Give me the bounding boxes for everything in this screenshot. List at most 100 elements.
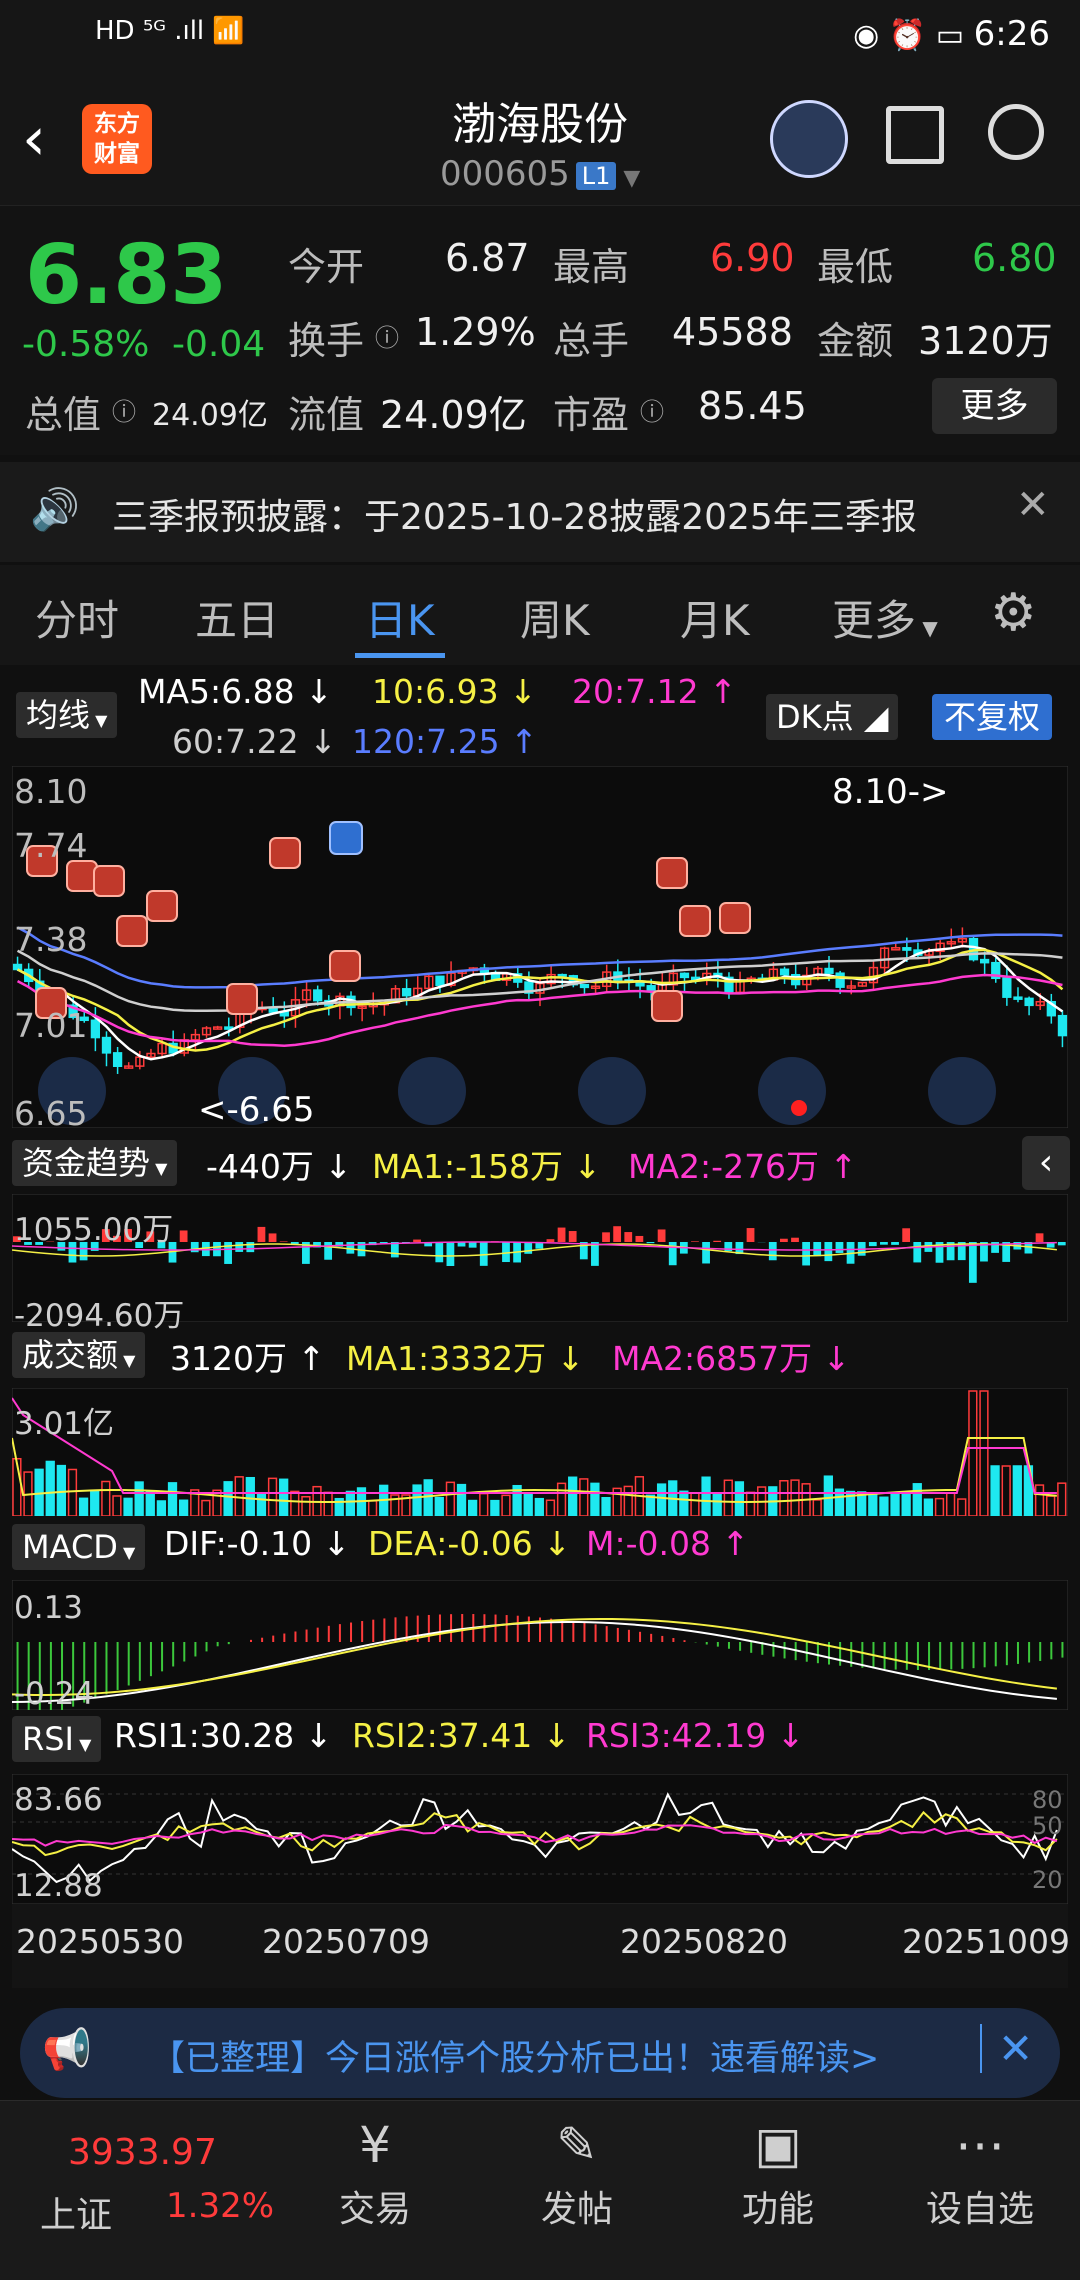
candle-body: [646, 985, 656, 992]
tab-daily-k[interactable]: 日K: [365, 587, 435, 648]
fund-trend-selector[interactable]: 资金趋势 ▼: [12, 1140, 178, 1186]
tab-monthly-k[interactable]: 月K: [680, 587, 750, 648]
date-label: 20251009: [902, 1922, 1070, 1961]
ma120-legend: 120:7.25 ↑: [352, 722, 538, 761]
rsi3: RSI3:42.19 ↓: [586, 1716, 805, 1755]
volume-bar: [534, 1497, 544, 1516]
candlestick-chart[interactable]: [12, 766, 1068, 1128]
macd-chart[interactable]: [12, 1580, 1068, 1710]
candle-body: [835, 972, 845, 988]
fund-bar: [891, 1242, 899, 1245]
fund-bar: [246, 1242, 255, 1253]
dk-point-label: DK点: [776, 698, 854, 736]
price-axis-top: 8.10: [14, 772, 88, 811]
mktcap-label: 总值: [25, 393, 102, 437]
tab-more-label: 更多: [832, 596, 917, 645]
ma-selector-label: 均线: [26, 696, 91, 734]
fund-bar: [502, 1242, 510, 1263]
chart-nav-button: [928, 1057, 996, 1125]
tab-more[interactable]: 更多 ▼: [832, 587, 938, 648]
robot-avatar-icon[interactable]: [770, 100, 848, 178]
ma-selector[interactable]: 均线 ▼: [16, 692, 118, 738]
macd-axis-bottom: -0.24: [14, 1676, 95, 1712]
active-tab-indicator: [355, 653, 445, 658]
gear-icon[interactable]: ⚙: [990, 583, 1037, 643]
rsi-chart[interactable]: [12, 1774, 1068, 1904]
index-name[interactable]: 上证: [40, 2186, 112, 2238]
volume-bar: [734, 1481, 745, 1516]
candle-body: [1024, 997, 1034, 1007]
banner-text: 【已整理】今日涨停个股分析已出！速看解读>: [150, 2039, 880, 2079]
notice-bar[interactable]: 🔊 三季报预披露：于2025-10-28披露2025年三季报 ✕: [0, 462, 1080, 562]
tab-weekly-k[interactable]: 周K: [520, 587, 590, 648]
candle-body: [1057, 1014, 1068, 1037]
nav-functions[interactable]: ▣ 功能: [678, 2100, 878, 2232]
notice-text: 三季报预披露：于2025-10-28披露2025年三季报: [112, 497, 917, 538]
candle-body: [112, 1052, 123, 1067]
info-icon[interactable]: ⓘ: [640, 392, 664, 427]
collapse-panel-icon[interactable]: ‹: [1022, 1136, 1070, 1190]
turnover-chart[interactable]: [12, 1388, 1068, 1516]
macd-selector[interactable]: MACD ▼: [12, 1524, 146, 1570]
info-icon[interactable]: ⓘ: [375, 318, 399, 353]
nav-post[interactable]: ✎ 发帖: [477, 2100, 677, 2232]
nav-trade[interactable]: ¥ 交易: [275, 2100, 475, 2232]
clock-text: 6:26: [973, 14, 1050, 54]
chart-nav-button: [578, 1057, 646, 1125]
amount-value: 3120万: [918, 319, 1053, 363]
turnover-selector[interactable]: 成交额 ▼: [12, 1332, 146, 1378]
turnover-label: 换手: [288, 319, 365, 363]
nav-watchlist[interactable]: ⋯ 设自选: [880, 2100, 1080, 2232]
high-annotation: 8.10->: [832, 772, 949, 812]
candle-body: [313, 989, 323, 1002]
promo-banner[interactable]: 📢 【已整理】今日涨停个股分析已出！速看解读> ✕: [20, 2008, 1060, 2098]
fund-axis-top: 1055.00万: [14, 1212, 174, 1248]
turnover-ma1-text: MA1:3332万: [346, 1339, 547, 1378]
fund-bar: [390, 1242, 399, 1258]
search-icon[interactable]: [988, 104, 1044, 160]
ma120-value: 120:7.25: [352, 722, 500, 761]
volume-bar: [156, 1500, 167, 1516]
rsi-axis-bottom: 12.88: [14, 1868, 103, 1904]
fund-bar: [746, 1228, 755, 1242]
candle-body: [90, 1019, 101, 1039]
tab-five-day[interactable]: 五日: [195, 587, 279, 648]
turnover-selector-label: 成交额: [22, 1336, 119, 1374]
rsi-selector[interactable]: RSI ▼: [12, 1716, 102, 1762]
volume-label: 总手: [553, 319, 630, 363]
low-value: 6.80: [972, 236, 1057, 280]
tab-intraday[interactable]: 分时: [35, 587, 119, 648]
fund-value: -440万 ↓: [206, 1147, 353, 1186]
share-icon[interactable]: [886, 106, 944, 164]
candle-body: [401, 988, 412, 997]
dk-point-button[interactable]: DK点 ◢: [766, 694, 899, 740]
volume-bar: [178, 1499, 189, 1516]
ma5-value: MA5:6.88: [138, 672, 295, 711]
more-button[interactable]: 更多: [932, 378, 1057, 434]
rsi1: RSI1:30.28 ↓: [114, 1716, 333, 1755]
no-adjust-button[interactable]: 不复权: [932, 694, 1053, 740]
volume-bar: [912, 1483, 922, 1516]
candle-body: [12, 963, 23, 971]
ma60-legend: 60:7.22 ↓: [172, 722, 337, 761]
fund-bar: [813, 1242, 822, 1257]
level-badge: L1: [575, 161, 617, 190]
close-icon[interactable]: ✕: [1016, 482, 1050, 528]
macd-axis-top: 0.13: [14, 1590, 84, 1626]
nav-watchlist-label: 设自选: [925, 2189, 1034, 2230]
fund-bar: [568, 1231, 577, 1242]
fund-bar: [657, 1229, 666, 1242]
date-label: 20250820: [620, 1922, 788, 1961]
index-value[interactable]: 3933.97: [68, 2132, 217, 2173]
speaker-icon: 🔊: [30, 487, 80, 533]
status-time: ◉ ⏰ ▭ 6:26: [853, 14, 1050, 54]
info-icon[interactable]: ⓘ: [112, 392, 136, 427]
chevron-down-icon: ▼: [90, 711, 108, 730]
status-bar: HD ⁵ᴳ .ıll 📶 ◉ ⏰ ▭ 6:26: [0, 0, 1080, 70]
buy-signal-icon: [329, 950, 361, 982]
buy-signal-icon: [679, 905, 711, 937]
stock-code[interactable]: 000605 L1 ▼: [440, 154, 640, 194]
candle-body: [435, 975, 445, 986]
fund-selector-label: 资金趋势: [22, 1144, 151, 1182]
close-icon[interactable]: ✕: [980, 2024, 1033, 2073]
